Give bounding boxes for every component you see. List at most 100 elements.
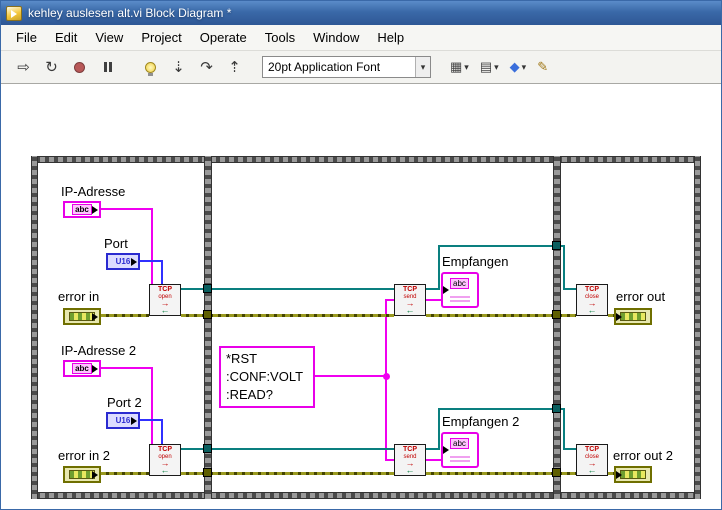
tunnel[interactable] bbox=[203, 444, 212, 453]
tunnel[interactable] bbox=[552, 404, 561, 413]
font-selector[interactable]: 20pt Application Font ▾ bbox=[262, 56, 431, 78]
menu-file[interactable]: File bbox=[7, 27, 46, 48]
u16-control-port2[interactable]: U16 bbox=[106, 412, 140, 429]
highlight-execution-button[interactable] bbox=[138, 55, 163, 79]
control-arrow-icon bbox=[131, 416, 141, 425]
menu-edit[interactable]: Edit bbox=[46, 27, 86, 48]
menu-project[interactable]: Project bbox=[132, 27, 190, 48]
string-control-ip2[interactable]: abc bbox=[63, 360, 101, 377]
menu-tools[interactable]: Tools bbox=[256, 27, 304, 48]
wire-received2-string[interactable] bbox=[426, 459, 441, 461]
wire-command-string[interactable] bbox=[385, 459, 394, 461]
string-constant-scpi[interactable]: *RST :CONF:VOLT :READ? bbox=[219, 346, 315, 408]
tcp-arrows-icon: → ← bbox=[405, 298, 415, 315]
run-button[interactable]: ⇨ bbox=[11, 55, 36, 79]
wire-command-string[interactable] bbox=[315, 375, 387, 377]
error-in-2-control[interactable] bbox=[63, 466, 101, 483]
distribute-objects-button[interactable]: ▤ ▾ bbox=[476, 55, 503, 79]
tcp-send-node-1[interactable]: TCP send → ← bbox=[394, 284, 426, 316]
wire-connection-2[interactable] bbox=[563, 408, 565, 450]
wire-ip-string[interactable] bbox=[151, 208, 153, 284]
wire-connection-1[interactable] bbox=[563, 245, 565, 290]
step-into-button[interactable]: ⇣ bbox=[166, 55, 191, 79]
run-continuous-button[interactable]: ↻ bbox=[39, 55, 64, 79]
wire-connection-1[interactable] bbox=[181, 288, 394, 290]
labview-window: kehley auslesen alt.vi Block Diagram * F… bbox=[0, 0, 722, 510]
sequence-border-left[interactable] bbox=[31, 156, 38, 499]
wire-connection-1[interactable] bbox=[438, 245, 565, 247]
error-in-control[interactable] bbox=[63, 308, 101, 325]
label-port: Port bbox=[104, 236, 128, 251]
reorder-button[interactable]: ◆ ▾ bbox=[506, 55, 531, 79]
wire-junction-dot[interactable] bbox=[383, 373, 390, 380]
wire-error-2[interactable] bbox=[101, 472, 149, 475]
tcp-arrows-icon: → ← bbox=[405, 458, 415, 475]
menu-operate[interactable]: Operate bbox=[191, 27, 256, 48]
chevron-down-icon: ▾ bbox=[464, 61, 469, 72]
wire-connection-1[interactable] bbox=[438, 245, 440, 290]
tunnel[interactable] bbox=[203, 284, 212, 293]
title-bar[interactable]: kehley auslesen alt.vi Block Diagram * bbox=[1, 1, 721, 25]
wire-connection-2[interactable] bbox=[438, 408, 565, 410]
wire-command-string[interactable] bbox=[385, 299, 387, 461]
menu-bar: File Edit View Project Operate Tools Win… bbox=[1, 25, 721, 51]
tcp-open-node-2[interactable]: TCP open → ← bbox=[149, 444, 181, 476]
chevron-down-icon[interactable]: ▾ bbox=[415, 57, 430, 77]
wire-error-1[interactable] bbox=[181, 314, 394, 317]
wire-port2-numeric[interactable] bbox=[140, 419, 163, 421]
menu-window[interactable]: Window bbox=[304, 27, 368, 48]
abort-icon bbox=[74, 61, 85, 73]
menu-help[interactable]: Help bbox=[368, 27, 413, 48]
string-indicator-empfangen[interactable]: abc bbox=[441, 272, 479, 308]
wire-connection-2[interactable] bbox=[563, 448, 576, 450]
label-ip-adresse-2: IP-Adresse 2 bbox=[61, 343, 137, 358]
sequence-border-right[interactable] bbox=[694, 156, 701, 499]
u16-control-port[interactable]: U16 bbox=[106, 253, 140, 270]
wire-port2-numeric[interactable] bbox=[161, 419, 163, 444]
align-objects-button[interactable]: ▦ ▾ bbox=[446, 55, 473, 79]
sequence-border-top[interactable] bbox=[31, 156, 701, 163]
wire-ip2-string[interactable] bbox=[151, 367, 153, 444]
wire-port-numeric[interactable] bbox=[140, 260, 163, 262]
align-icon: ▦ bbox=[450, 59, 463, 74]
tcp-close-node-2[interactable]: TCP close → ← bbox=[576, 444, 608, 476]
wire-received-string[interactable] bbox=[426, 299, 441, 301]
tunnel[interactable] bbox=[552, 468, 561, 477]
reorder-icon: ◆ bbox=[509, 59, 520, 74]
pause-button[interactable] bbox=[95, 55, 120, 79]
wire-command-string[interactable] bbox=[385, 299, 394, 301]
tcp-close-node-1[interactable]: TCP close → ← bbox=[576, 284, 608, 316]
control-arrow-icon bbox=[92, 470, 102, 479]
tcp-send-node-2[interactable]: TCP send → ← bbox=[394, 444, 426, 476]
wire-connection-2[interactable] bbox=[181, 448, 394, 450]
tunnel[interactable] bbox=[552, 241, 561, 250]
label-error-out: error out bbox=[616, 289, 666, 304]
sequence-border-bottom[interactable] bbox=[31, 492, 701, 499]
label-error-in: error in bbox=[58, 289, 100, 304]
menu-view[interactable]: View bbox=[86, 27, 132, 48]
wire-connection-1[interactable] bbox=[563, 288, 576, 290]
string-control-ip[interactable]: abc bbox=[63, 201, 101, 218]
string-indicator-empfangen-2[interactable]: abc bbox=[441, 432, 479, 468]
block-diagram-canvas[interactable]: IP-Adresse abc Port U16 error in IP-Adre… bbox=[1, 85, 721, 509]
step-out-button[interactable]: ⇡ bbox=[222, 55, 247, 79]
error-out-2-indicator[interactable] bbox=[614, 466, 652, 483]
tcp-open-node-1[interactable]: TCP open → ← bbox=[149, 284, 181, 316]
abort-button[interactable] bbox=[67, 55, 92, 79]
step-over-button[interactable]: ↷ bbox=[194, 55, 219, 79]
tunnel[interactable] bbox=[203, 310, 212, 319]
wire-port-numeric[interactable] bbox=[161, 260, 163, 284]
run-continuous-icon: ↻ bbox=[45, 59, 58, 76]
wire-ip2-string[interactable] bbox=[101, 367, 153, 369]
cleanup-diagram-button[interactable]: ✎ bbox=[533, 55, 552, 79]
wire-error-2[interactable] bbox=[181, 472, 394, 475]
tunnel[interactable] bbox=[552, 310, 561, 319]
label-port-2: Port 2 bbox=[107, 395, 142, 410]
pause-icon bbox=[103, 62, 107, 72]
wire-error-1[interactable] bbox=[101, 314, 149, 317]
wire-connection-2[interactable] bbox=[438, 408, 440, 450]
sequence-frame-divider-2[interactable] bbox=[553, 156, 561, 499]
error-out-indicator[interactable] bbox=[614, 308, 652, 325]
tunnel[interactable] bbox=[203, 468, 212, 477]
wire-ip-string[interactable] bbox=[101, 208, 153, 210]
